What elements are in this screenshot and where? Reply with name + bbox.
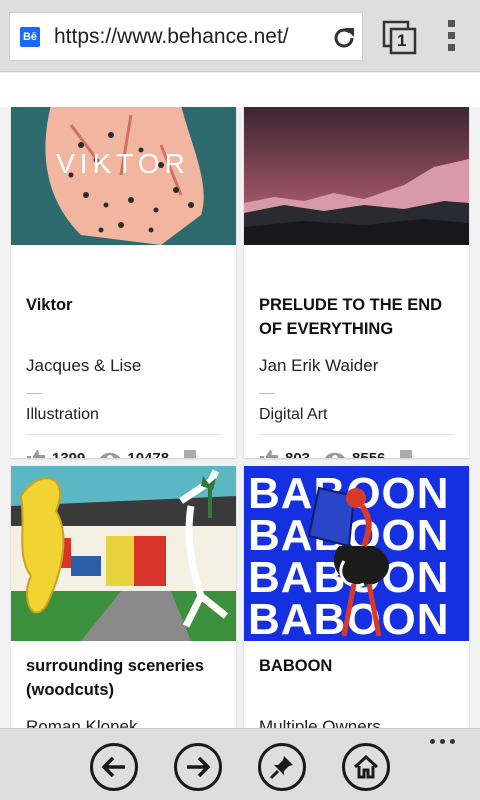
view-count: 8556 [352,449,386,459]
dot [440,739,445,744]
browser-window: Bē https://www.behance.net/ 1 VIKTOR Vik… [0,0,480,800]
project-field[interactable]: Illustration [26,406,221,424]
project-thumbnail-baboon[interactable]: BABOON BABOON BABOON BABOON [244,466,469,641]
views-eye-icon [325,452,346,458]
project-owner[interactable]: Roman Klonek [26,717,221,728]
project-stats: 803 8556 [259,435,454,458]
pin-icon [269,756,293,780]
forward-button[interactable] [174,743,222,791]
behance-favicon-icon: Bē [20,27,40,47]
views-eye-icon [100,452,121,458]
home-icon [353,755,379,779]
divider-dash [259,393,275,394]
view-count: 10478 [127,449,170,459]
project-title[interactable]: BABOON [259,654,454,716]
back-button[interactable] [90,743,138,791]
appreciation-count: 1399 [52,449,86,459]
project-card[interactable]: surrounding sceneries (woodcuts) Roman K… [11,466,236,728]
menu-dot [447,20,455,27]
appreciation-count: 803 [285,449,311,459]
project-grid: VIKTOR Viktor Jacques & Lise Illustratio… [0,107,480,728]
project-owner[interactable]: Jacques & Lise [26,356,221,376]
project-field[interactable]: Digital Art [259,406,454,424]
project-title[interactable]: PRELUDE TO THE END OF EVERYTHING [259,293,454,355]
project-title[interactable]: Viktor [26,293,221,355]
project-thumbnail-woodcuts[interactable] [11,466,236,641]
tabs-button[interactable]: 1 [382,20,418,56]
pin-button[interactable] [258,743,306,791]
back-arrow-icon [101,756,125,778]
address-bar-area: Bē https://www.behance.net/ 1 [0,0,480,72]
appreciate-thumb-icon [260,450,279,458]
menu-dot [447,32,455,39]
project-card[interactable]: PRELUDE TO THE END OF EVERYTHING Jan Eri… [244,107,469,458]
url-field[interactable]: Bē https://www.behance.net/ [9,12,363,61]
project-card[interactable]: VIKTOR Viktor Jacques & Lise Illustratio… [11,107,236,458]
tab-count: 1 [397,31,407,50]
forward-arrow-icon [187,756,211,778]
browser-menu-button[interactable] [440,18,462,56]
dot [450,739,455,744]
bookmark-icon[interactable] [399,449,413,458]
appreciate-thumb-icon [27,450,46,458]
viktor-artwork-text: VIKTOR [56,148,190,179]
project-thumbnail-viktor[interactable]: VIKTOR [11,107,236,280]
project-thumbnail-prelude[interactable] [244,107,469,280]
project-owner[interactable]: Multiple Owners [259,717,454,728]
divider-dash [26,393,42,394]
project-title[interactable]: surrounding sceneries (woodcuts) [26,654,221,716]
project-stats: 1399 10478 [26,435,221,458]
reload-icon[interactable] [330,24,358,52]
dot [430,739,435,744]
browser-bottom-toolbar [0,728,480,800]
more-options-button[interactable] [430,739,455,744]
bookmark-icon[interactable] [183,449,197,458]
home-button[interactable] [342,743,390,791]
menu-dot [447,44,455,51]
project-owner[interactable]: Jan Erik Waider [259,356,454,376]
page-header-strip [0,73,480,107]
project-card[interactable]: BABOON BABOON BABOON BABOON BABOON Multi… [244,466,469,728]
url-text[interactable]: https://www.behance.net/ [54,25,289,49]
